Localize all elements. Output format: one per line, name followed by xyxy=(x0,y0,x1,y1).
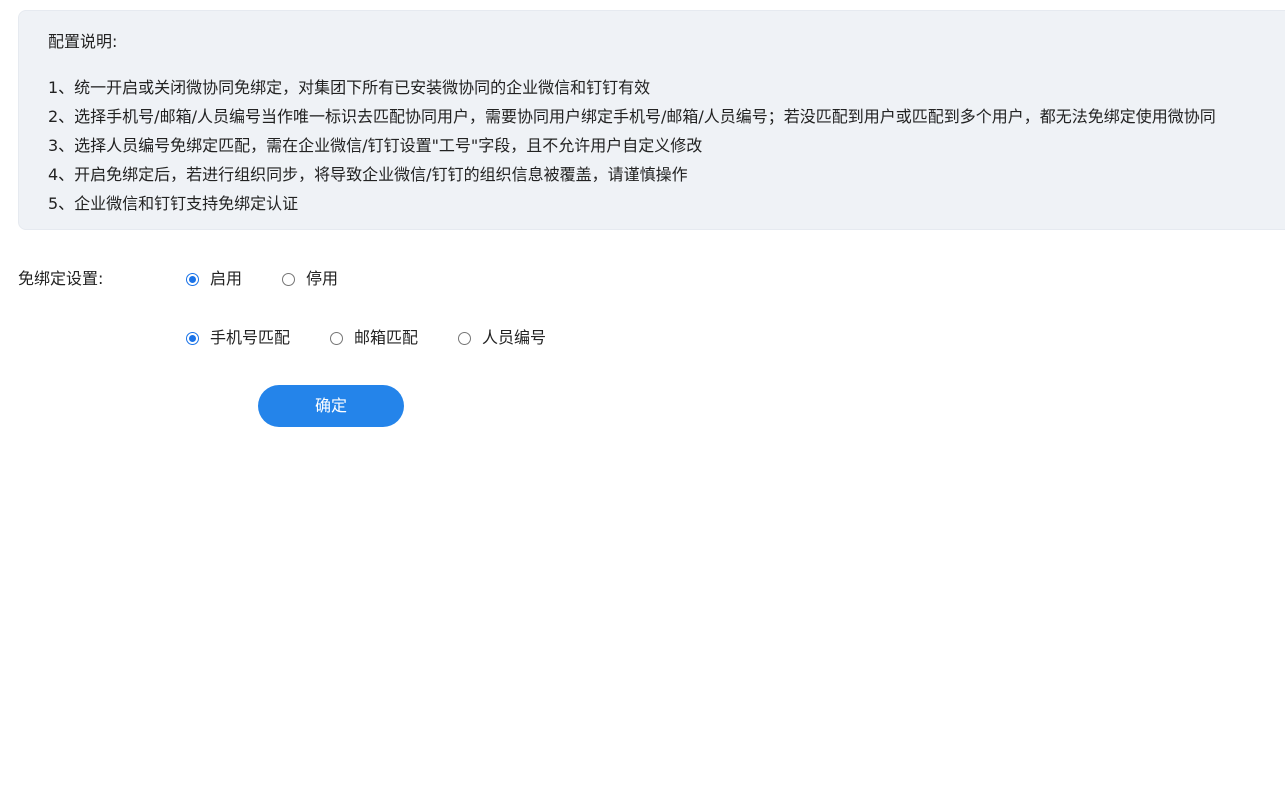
radio-phone-match[interactable]: 手机号匹配 xyxy=(186,327,290,349)
radio-disable[interactable]: 停用 xyxy=(282,268,338,290)
radio-disable-indicator[interactable] xyxy=(282,272,296,286)
notice-list: 1、统一开启或关闭微协同免绑定，对集团下所有已安装微协同的企业微信和钉钉有效 2… xyxy=(48,73,1216,218)
radio-employee-id-match-label: 人员编号 xyxy=(482,328,547,347)
radio-phone-match-indicator[interactable] xyxy=(186,331,199,345)
radio-phone-match-label: 手机号匹配 xyxy=(210,328,291,347)
match-type-radio-group: 手机号匹配 邮箱匹配 人员编号 xyxy=(186,327,586,349)
notice-item: 4、开启免绑定后，若进行组织同步，将导致企业微信/钉钉的组织信息被覆盖，请谨慎操… xyxy=(48,165,688,184)
radio-disable-label: 停用 xyxy=(306,269,339,288)
notice-item: 3、选择人员编号免绑定匹配，需在企业微信/钉钉设置"工号"字段，且不允许用户自定… xyxy=(48,136,703,155)
notice-title: 配置说明: xyxy=(48,32,118,51)
radio-employee-id-match-indicator[interactable] xyxy=(458,331,472,345)
notice-item: 2、选择手机号/邮箱/人员编号当作唯一标识去匹配协同用户，需要协同用户绑定手机号… xyxy=(48,107,1216,126)
radio-enable[interactable]: 启用 xyxy=(186,268,242,290)
radio-email-match-indicator[interactable] xyxy=(330,331,344,345)
binding-free-setting-label: 免绑定设置: xyxy=(18,269,104,288)
radio-enable-indicator[interactable] xyxy=(186,272,199,286)
notice-item: 5、企业微信和钉钉支持免绑定认证 xyxy=(48,194,299,213)
enable-radio-group: 启用 停用 xyxy=(186,268,378,290)
radio-email-match[interactable]: 邮箱匹配 xyxy=(330,327,418,349)
radio-employee-id-match[interactable]: 人员编号 xyxy=(458,327,546,349)
confirm-button[interactable]: 确定 xyxy=(258,385,404,427)
config-notice-panel: 配置说明: 1、统一开启或关闭微协同免绑定，对集团下所有已安装微协同的企业微信和… xyxy=(18,10,1285,230)
radio-enable-label: 启用 xyxy=(210,269,243,288)
radio-email-match-label: 邮箱匹配 xyxy=(354,328,419,347)
notice-item: 1、统一开启或关闭微协同免绑定，对集团下所有已安装微协同的企业微信和钉钉有效 xyxy=(48,78,651,97)
